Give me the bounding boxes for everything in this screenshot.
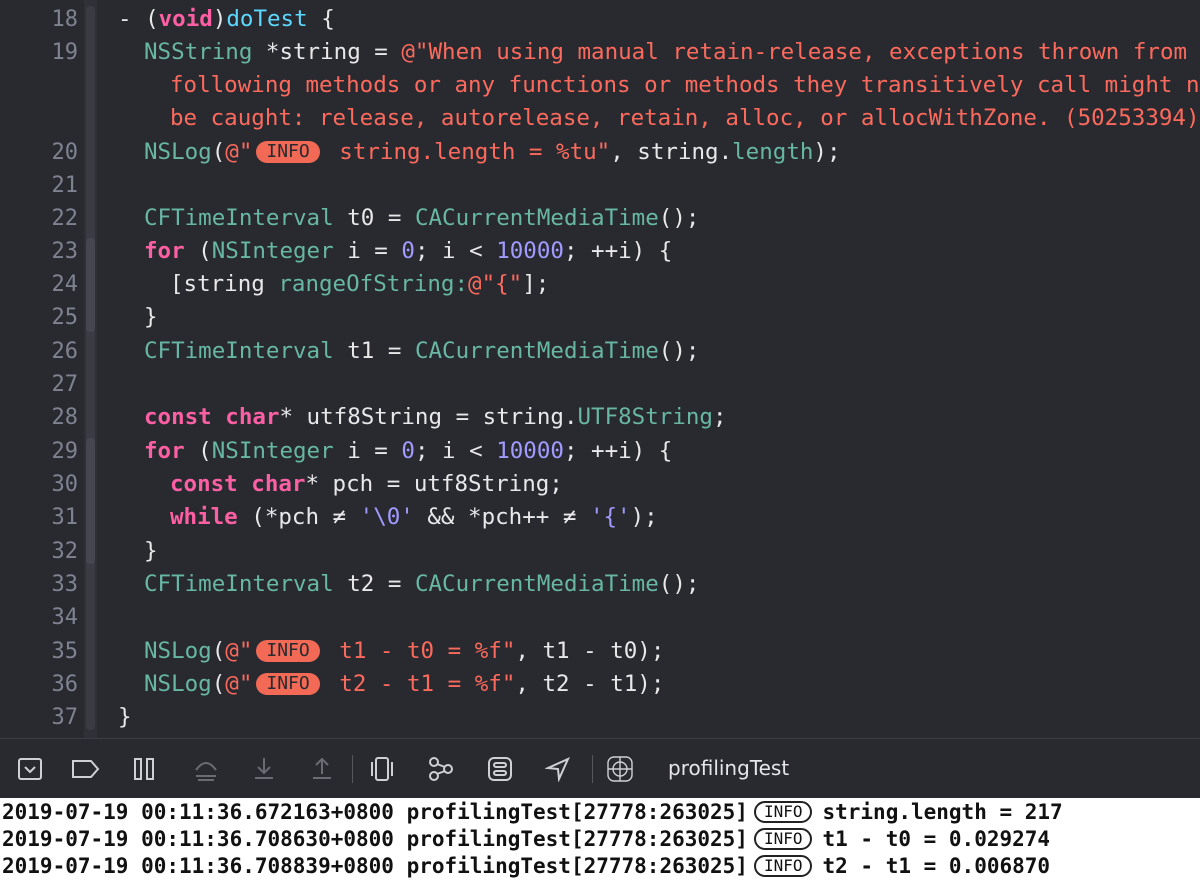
- line-number: 36: [51, 672, 79, 697]
- line-number: 31: [51, 505, 79, 530]
- log-level-badge: INFO: [753, 801, 813, 823]
- line-number: 33: [51, 572, 79, 597]
- fold-region-loop-1[interactable]: [86, 238, 95, 332]
- step-out-icon[interactable]: [306, 753, 338, 785]
- line-number: 32: [51, 539, 79, 564]
- code-line-23[interactable]: for (NSInteger i = 0; i < 10000; ++i) {: [144, 235, 672, 268]
- line-number: 18: [51, 7, 79, 32]
- line-number: 20: [51, 140, 79, 165]
- log-level-badge: INFO: [256, 141, 320, 163]
- log-level-badge: INFO: [256, 640, 320, 662]
- log-level-badge: INFO: [753, 855, 813, 877]
- simulate-location-icon[interactable]: [542, 753, 574, 785]
- line-number: 25: [51, 305, 79, 330]
- fold-region-method[interactable]: [86, 6, 95, 730]
- line-number: 35: [51, 639, 79, 664]
- debug-bar: profilingTest: [0, 738, 1200, 798]
- memory-graph-icon[interactable]: [424, 753, 456, 785]
- code-line-29[interactable]: for (NSInteger i = 0; i < 10000; ++i) {: [144, 435, 672, 468]
- line-number: 29: [51, 439, 79, 464]
- code-line-28[interactable]: const char* utf8String = string.UTF8Stri…: [144, 401, 727, 434]
- code-line-35[interactable]: NSLog(@" INFO t1 - t0 = %f", t1 - t0);: [144, 635, 664, 668]
- code-line-20[interactable]: NSLog(@" INFO string.length = %tu", strin…: [144, 136, 841, 169]
- line-number: 26: [51, 339, 79, 364]
- code-line-33[interactable]: CFTimeInterval t2 = CACurrentMediaTime()…: [144, 568, 699, 601]
- console-line: 2019-07-19 00:11:36.708630+0800 profilin…: [2, 827, 1051, 851]
- log-level-badge: INFO: [753, 828, 813, 850]
- code-line-19-wrap-2[interactable]: be caught: release, autorelease, retain,…: [170, 102, 1200, 135]
- code-line-25[interactable]: }: [144, 301, 158, 334]
- code-line-36[interactable]: NSLog(@" INFO t2 - t1 = %f", t2 - t1);: [144, 668, 664, 701]
- code-line-32[interactable]: }: [144, 535, 158, 568]
- line-number: 30: [51, 472, 79, 497]
- fold-region-loop-2[interactable]: [86, 438, 95, 564]
- code-line-30[interactable]: const char* pch = utf8String;: [170, 468, 563, 501]
- pause-icon[interactable]: [128, 753, 160, 785]
- code-line-19[interactable]: NSString *string = @"When using manual r…: [144, 36, 1200, 69]
- target-label[interactable]: profilingTest: [668, 756, 789, 780]
- line-number: 23: [51, 239, 79, 264]
- line-number: 34: [51, 605, 79, 630]
- app-target-icon[interactable]: [604, 753, 636, 785]
- line-number: 28: [51, 405, 79, 430]
- code-line-26[interactable]: CFTimeInterval t1 = CACurrentMediaTime()…: [144, 335, 699, 368]
- code-line-24[interactable]: [string rangeOfString:@"{"];: [170, 268, 549, 301]
- console-line: 2019-07-19 00:11:36.708839+0800 profilin…: [2, 854, 1051, 878]
- code-line-22[interactable]: CFTimeInterval t0 = CACurrentMediaTime()…: [144, 202, 699, 235]
- toolbar-divider: [592, 755, 593, 783]
- line-number: 19: [51, 40, 79, 65]
- code-editor[interactable]: 18 19 20 21 22 23 24 25 26 27 28 29 30 3…: [0, 0, 1200, 738]
- view-debugger-icon[interactable]: [366, 753, 398, 785]
- toolbar-divider: [352, 755, 353, 783]
- code-line-18[interactable]: - (void)doTest {: [118, 3, 335, 36]
- code-line-31[interactable]: while (*pch ≠ '\0' && *pch++ ≠ '{');: [170, 501, 658, 534]
- line-number: 24: [51, 272, 79, 297]
- step-over-icon[interactable]: [190, 753, 222, 785]
- console-line: 2019-07-19 00:11:36.672163+0800 profilin…: [2, 800, 1063, 824]
- environment-overrides-icon[interactable]: [484, 753, 516, 785]
- console-output[interactable]: 2019-07-19 00:11:36.672163+0800 profilin…: [0, 798, 1200, 882]
- breakpoints-icon[interactable]: [70, 753, 102, 785]
- line-number: 27: [51, 372, 79, 397]
- line-number: 22: [51, 206, 79, 231]
- hide-console-icon[interactable]: [14, 753, 46, 785]
- step-into-icon[interactable]: [248, 753, 280, 785]
- line-number: 21: [51, 173, 79, 198]
- code-line-19-wrap-1[interactable]: following methods or any functions or me…: [170, 69, 1200, 102]
- log-level-badge: INFO: [256, 673, 320, 695]
- line-number: 37: [51, 705, 79, 730]
- line-number-gutter: 18 19 20 21 22 23 24 25 26 27 28 29 30 3…: [0, 0, 84, 738]
- code-line-37[interactable]: }: [118, 701, 132, 734]
